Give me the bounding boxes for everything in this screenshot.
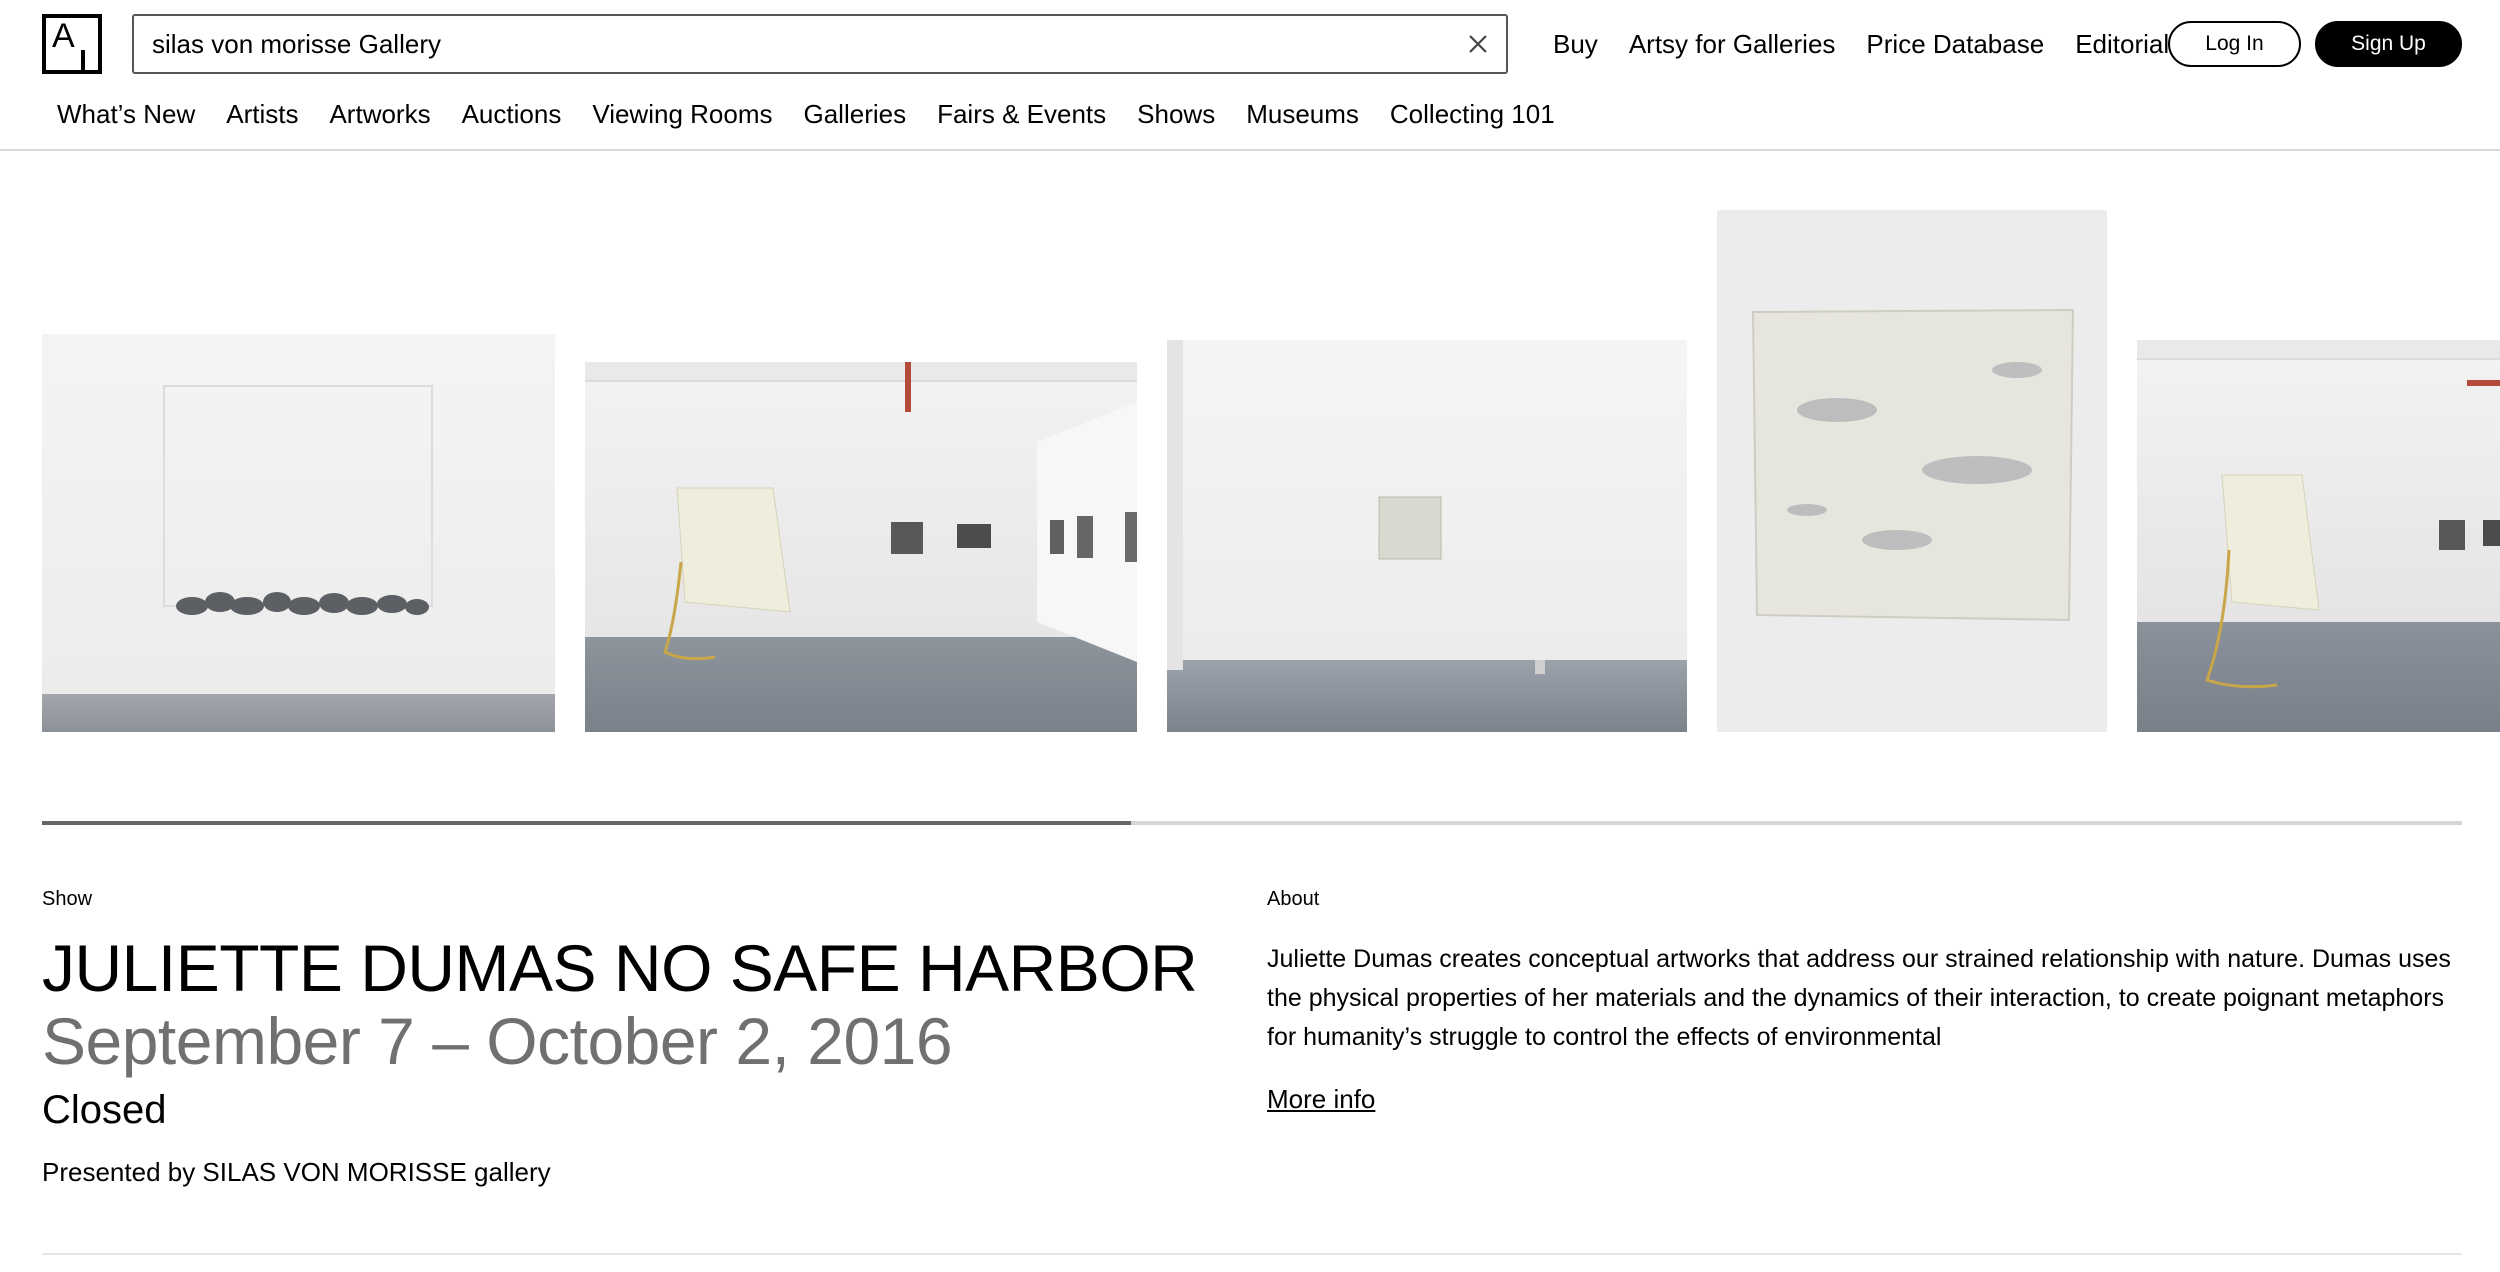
presented-by[interactable]: Presented by SILAS VON MORISSE gallery (42, 1157, 551, 1188)
top-links: Buy Artsy for Galleries Price Database E… (1553, 22, 2200, 66)
show-title: JULIETTE DUMAS NO SAFE HARBOR (42, 931, 1198, 1005)
top-link-price-database[interactable]: Price Database (1866, 29, 2044, 60)
section-divider (42, 1253, 2462, 1255)
signup-button[interactable]: Sign Up (2315, 21, 2462, 67)
carousel-progress-fill (42, 821, 1131, 825)
artwork-detail-graphic (1751, 308, 2075, 622)
installation-graphic-3 (1167, 340, 1545, 674)
nav-item-viewing-rooms[interactable]: Viewing Rooms (592, 99, 772, 130)
top-link-artsy-for-galleries[interactable]: Artsy for Galleries (1629, 29, 1836, 60)
main-nav: What’s New Artists Artworks Auctions Vie… (57, 94, 1586, 134)
show-status: Closed (42, 1088, 167, 1132)
show-eyebrow: Show (42, 888, 93, 910)
artsy-logo[interactable]: A (42, 14, 102, 74)
gallery-image-5[interactable] (2137, 340, 2500, 732)
nav-item-auctions[interactable]: Auctions (462, 99, 562, 130)
nav-item-fairs-events[interactable]: Fairs & Events (937, 99, 1106, 130)
nav-item-artists[interactable]: Artists (226, 99, 298, 130)
installation-graphic-2 (663, 362, 1137, 662)
logo-mark: A (52, 17, 75, 55)
gallery-image-3[interactable] (1167, 340, 1687, 732)
image-carousel[interactable] (0, 210, 2500, 732)
net-artwork-graphic (163, 385, 433, 615)
nav-item-whats-new[interactable]: What’s New (57, 99, 195, 130)
installation-graphic-5 (2205, 380, 2500, 689)
site-header: A Buy Artsy for Galleries Price Database… (0, 0, 2500, 151)
show-dates: September 7 – October 2, 2016 (42, 1004, 953, 1078)
gallery-image-4[interactable] (1717, 210, 2107, 732)
about-eyebrow: About (1267, 888, 1320, 910)
search-input[interactable] (152, 16, 1452, 72)
nav-item-galleries[interactable]: Galleries (804, 99, 907, 130)
more-info-link[interactable]: More info (1267, 1084, 1375, 1115)
nav-item-collecting-101[interactable]: Collecting 101 (1390, 99, 1555, 130)
search-box[interactable] (132, 14, 1508, 74)
top-link-editorial[interactable]: Editorial (2075, 29, 2169, 60)
nav-item-artworks[interactable]: Artworks (329, 99, 430, 130)
gallery-image-1[interactable] (42, 334, 555, 732)
carousel-progress-bar[interactable] (42, 821, 2462, 825)
login-button[interactable]: Log In (2168, 21, 2301, 67)
gallery-image-2[interactable] (585, 362, 1137, 732)
nav-item-museums[interactable]: Museums (1246, 99, 1359, 130)
about-text: Juliette Dumas creates conceptual artwor… (1267, 945, 2451, 1051)
top-link-buy[interactable]: Buy (1553, 29, 1598, 60)
clear-search-icon[interactable] (1464, 30, 1492, 58)
nav-item-shows[interactable]: Shows (1137, 99, 1215, 130)
logo-bar (81, 50, 85, 72)
